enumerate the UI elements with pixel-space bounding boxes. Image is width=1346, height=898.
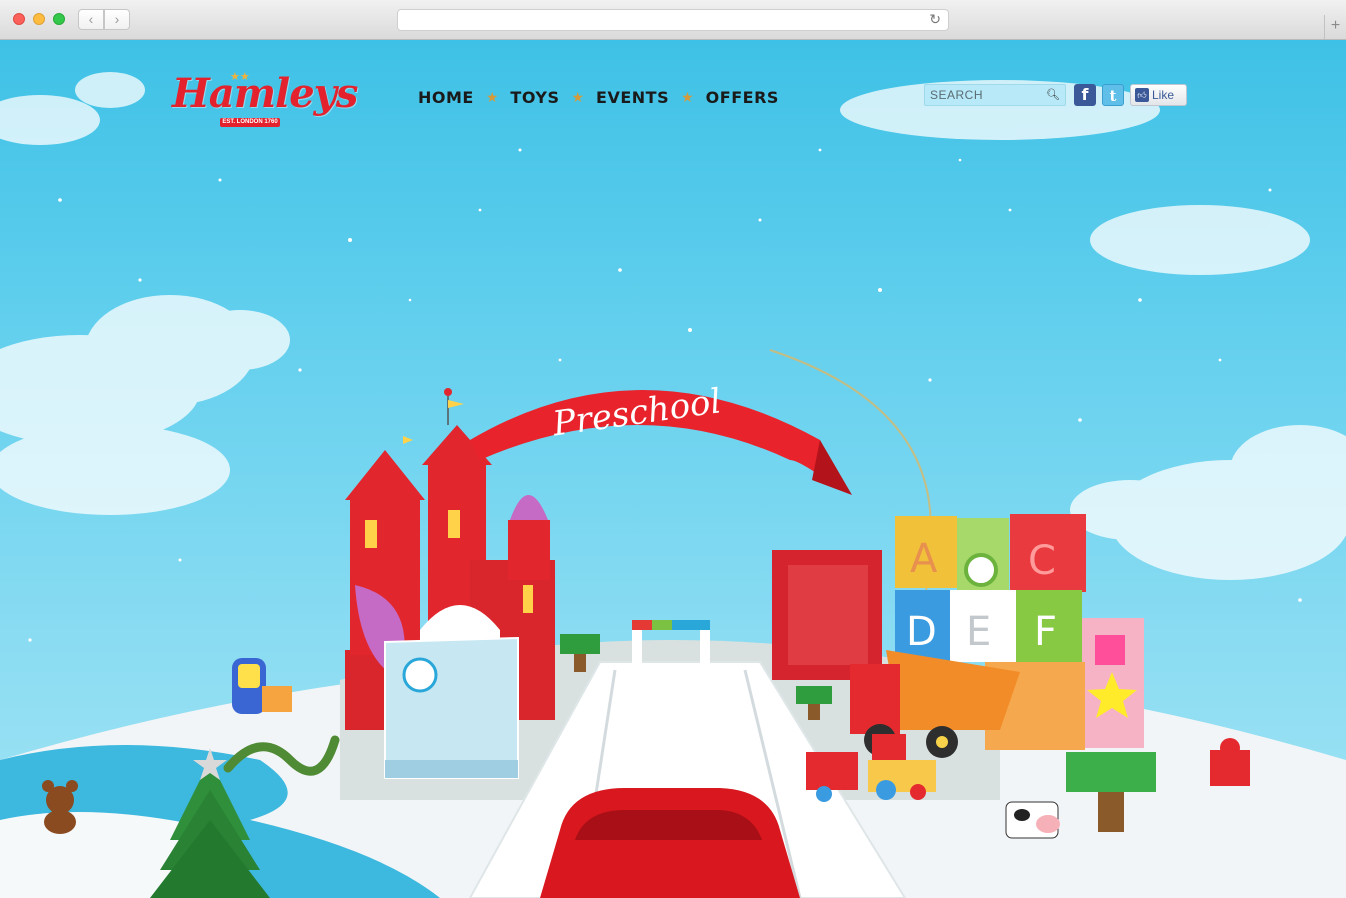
nav-separator-star-icon: ★ <box>681 88 694 105</box>
nav-home[interactable]: HOME <box>418 88 474 107</box>
nav-toys[interactable]: TOYS <box>510 88 559 107</box>
close-window-button[interactable] <box>13 13 25 25</box>
back-button[interactable]: ‹ <box>78 9 104 30</box>
nav-offers[interactable]: OFFERS <box>706 88 779 107</box>
minimize-window-button[interactable] <box>33 13 45 25</box>
nav-separator-star-icon: ★ <box>485 88 499 105</box>
reload-icon[interactable]: ↻ <box>929 11 941 28</box>
zoom-window-button[interactable] <box>53 13 65 25</box>
forward-button[interactable]: › <box>104 9 130 30</box>
page-viewport: A C D E F Hamleys ★★ EST. LONDON 1760 HO… <box>0 40 1346 898</box>
hamleys-logo[interactable]: Hamleys ★★ EST. LONDON 1760 <box>172 70 358 128</box>
cloud-group <box>0 72 1346 580</box>
facebook-icon[interactable]: f <box>1074 84 1096 106</box>
logo-tagline: EST. LONDON 1760 <box>220 118 280 127</box>
thumbs-up-icon: 👍︎ <box>1135 88 1149 102</box>
search-icon[interactable]: 🔍︎ <box>1046 88 1060 101</box>
address-bar[interactable]: ↻ <box>397 9 949 31</box>
search-box: 🔍︎ <box>924 84 1066 106</box>
facebook-like-button[interactable]: 👍︎ Like <box>1130 84 1187 106</box>
logo-stars-icon: ★★ <box>230 71 250 83</box>
main-navigation: HOME ★ TOYS ★ EVENTS ★ OFFERS <box>418 86 779 108</box>
nav-separator-star-icon: ★ <box>571 88 585 105</box>
new-tab-button[interactable]: + <box>1324 15 1346 39</box>
like-label: Like <box>1152 88 1175 102</box>
sky-background <box>0 72 1346 642</box>
twitter-icon[interactable]: t <box>1102 84 1124 106</box>
logo-wordmark: Hamleys <box>172 70 358 117</box>
nav-events[interactable]: EVENTS <box>596 88 669 107</box>
search-input[interactable] <box>925 85 1043 105</box>
browser-toolbar: ‹ › ↻ + <box>0 0 1346 40</box>
